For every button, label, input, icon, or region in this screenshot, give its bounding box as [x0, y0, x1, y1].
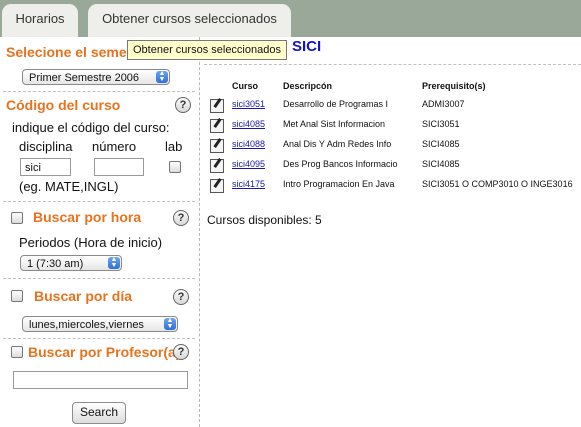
course-code-link[interactable]: sici4175	[232, 179, 265, 189]
edit-icon[interactable]	[210, 99, 224, 113]
by-hour-checkbox[interactable]	[11, 212, 23, 224]
tab-obtener-cursos[interactable]: Obtener cursos seleccionados	[88, 4, 291, 37]
header-curso: Curso	[232, 81, 259, 91]
course-code-link[interactable]: sici4088	[232, 139, 265, 149]
help-icon[interactable]: ?	[173, 210, 189, 226]
course-code-link[interactable]: sici4095	[232, 159, 265, 169]
divider	[3, 278, 195, 279]
semester-select-value: Primer Semestre 2006	[29, 72, 140, 84]
course-description: Des Prog Bancos Informacio	[283, 159, 398, 169]
course-description: Desarrollo de Programas I	[283, 99, 389, 109]
by-day-checkbox[interactable]	[11, 290, 23, 302]
tab-horarios[interactable]: Horarios	[2, 4, 78, 37]
hour-select[interactable]: 1 (7:30 am) ▲ ▼	[20, 255, 122, 271]
edit-icon[interactable]	[210, 139, 224, 153]
by-day-title: Buscar por día	[34, 288, 133, 304]
professor-input[interactable]	[13, 371, 188, 389]
day-select[interactable]: lunes,miercoles,viernes ▲ ▼	[22, 316, 178, 332]
course-code-link[interactable]: sici4085	[232, 119, 265, 129]
edit-icon[interactable]	[210, 119, 224, 133]
table-row: sici4085 Met Anal Sist Informacion SICI3…	[0, 119, 581, 137]
header-prerequisito: Prerequisito(s)	[422, 81, 486, 91]
edit-icon[interactable]	[210, 159, 224, 173]
course-description: Anal Dis Y Adm Redes Info	[283, 139, 392, 149]
edit-icon[interactable]	[210, 179, 224, 193]
chevron-updown-icon: ▲ ▼	[156, 70, 168, 83]
course-prerequisite: SICI4085	[422, 159, 460, 169]
chevron-updown-icon: ▲ ▼	[108, 256, 120, 269]
by-professor-title: Buscar por Profesor(a)	[28, 344, 181, 360]
course-prerequisite: SICI3051 O COMP3010 O INGE3016	[422, 179, 573, 189]
semester-select[interactable]: Primer Semestre 2006 ▲ ▼	[22, 69, 170, 85]
hour-select-value: 1 (7:30 am)	[27, 258, 84, 270]
divider	[3, 338, 195, 339]
day-select-value: lunes,miercoles,viernes	[29, 319, 144, 331]
table-row: sici3051 Desarrollo de Programas I ADMI3…	[0, 99, 581, 117]
divider	[3, 201, 195, 202]
header-descripcion: Descripcón	[283, 81, 333, 91]
chevron-updown-icon: ▲ ▼	[164, 317, 176, 330]
course-prerequisite: SICI4085	[422, 139, 460, 149]
by-professor-checkbox[interactable]	[11, 346, 23, 358]
divider	[204, 64, 581, 65]
available-count: Cursos disponibles: 5	[207, 213, 322, 227]
by-hour-label: Periodos (Hora de inicio)	[19, 235, 163, 250]
table-row: sici4095 Des Prog Bancos Informacio SICI…	[0, 159, 581, 177]
divider	[3, 91, 195, 92]
top-tab-bar: Horarios Obtener cursos seleccionados	[0, 0, 581, 37]
course-code-link[interactable]: sici3051	[232, 99, 265, 109]
course-description: Intro Programacion En Java	[283, 179, 395, 189]
course-description: Met Anal Sist Informacion	[283, 119, 386, 129]
table-row: sici4088 Anal Dis Y Adm Redes Info SICI4…	[0, 139, 581, 157]
by-hour-title: Buscar por hora	[33, 209, 142, 225]
page-title: SICI	[292, 38, 322, 55]
search-button[interactable]: Search	[72, 402, 126, 424]
course-prerequisite: SICI3051	[422, 119, 460, 129]
tooltip: Obtener cursos seleccionados	[127, 40, 287, 60]
search-sidebar: Selecione el semestre Primer Semestre 20…	[0, 37, 200, 427]
table-row: sici4175 Intro Programacion En Java SICI…	[0, 179, 581, 197]
help-icon[interactable]: ?	[173, 344, 189, 360]
help-icon[interactable]: ?	[173, 289, 189, 305]
course-prerequisite: ADMI3007	[422, 99, 465, 109]
